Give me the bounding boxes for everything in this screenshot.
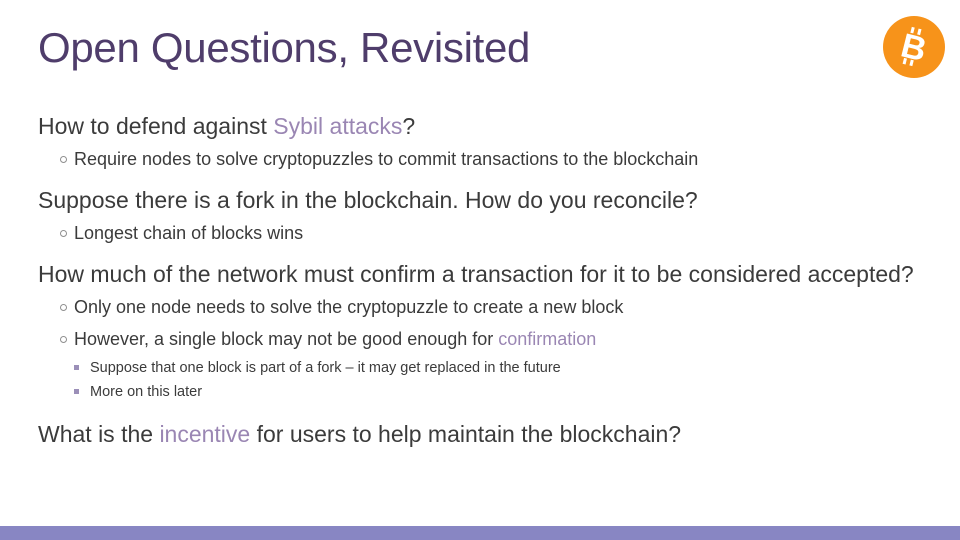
- question-confirmation: How much of the network must confirm a t…: [38, 261, 914, 287]
- point-text: Only one node needs to solve the cryptop…: [74, 297, 624, 317]
- point-text: However, a single block may not be good …: [74, 329, 499, 349]
- point-text: Longest chain of blocks wins: [74, 223, 304, 243]
- slide-title: Open Questions, Revisited: [38, 24, 531, 71]
- svg-text:B: B: [897, 27, 930, 70]
- subpoint-text: Suppose that one block is part of a fork…: [90, 360, 561, 376]
- bottom-accent-bar: [0, 526, 960, 540]
- subpoint-fork-replaced: Suppose that one block is part of a fork…: [74, 357, 928, 379]
- circle-bullet-icon: [60, 230, 67, 237]
- point-text: Require nodes to solve cryptopuzzles to …: [74, 149, 699, 169]
- highlight-sybil-attacks: Sybil attacks: [273, 113, 403, 139]
- point-longest-chain: Longest chain of blocks wins: [60, 221, 928, 245]
- subpoint-more-later: More on this later: [74, 381, 928, 403]
- point-cryptopuzzles: Require nodes to solve cryptopuzzles to …: [60, 147, 928, 171]
- point-one-node: Only one node needs to solve the cryptop…: [60, 295, 928, 319]
- highlight-incentive: incentive: [159, 421, 251, 447]
- bitcoin-logo: B: [883, 16, 945, 78]
- circle-bullet-icon: [60, 304, 67, 311]
- circle-bullet-icon: [60, 156, 67, 163]
- question-text: ?: [402, 113, 416, 139]
- question-fork: Suppose there is a fork in the blockchai…: [38, 187, 698, 213]
- circle-bullet-icon: [60, 336, 67, 343]
- question-sybil: How to defend against Sybil attacks?: [38, 112, 928, 141]
- point-single-block: However, a single block may not be good …: [60, 327, 928, 351]
- square-bullet-icon: [74, 365, 79, 370]
- question-incentive: What is the incentive for users to help …: [38, 420, 928, 449]
- question-text: How to defend against: [38, 113, 274, 139]
- question-text: What is the: [38, 421, 160, 447]
- question-text: for users to help maintain the blockchai…: [250, 421, 682, 447]
- square-bullet-icon: [74, 389, 79, 394]
- slide-body: How to defend against Sybil attacks? Req…: [38, 112, 928, 449]
- subpoint-text: More on this later: [90, 384, 203, 400]
- bitcoin-icon: B: [897, 27, 930, 70]
- highlight-confirmation: confirmation: [498, 329, 597, 349]
